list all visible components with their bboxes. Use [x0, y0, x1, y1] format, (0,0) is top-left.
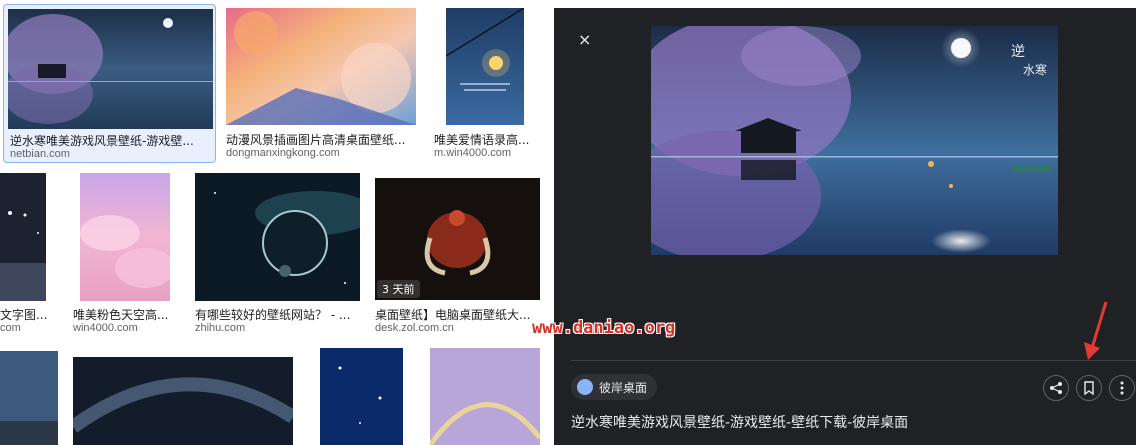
results-grid: 逆水寒唯美游戏风景壁纸-游戏壁... netbian.com 动漫风景插画图片高…	[0, 0, 554, 445]
result-source: dongmanxingkong.com	[226, 147, 340, 159]
result-thumbnail[interactable]	[8, 9, 213, 129]
preview-calligraphy-2: 水寒	[1023, 62, 1047, 77]
result-thumbnail[interactable]	[430, 348, 540, 445]
result-card-4[interactable]: 文字图... com	[0, 173, 50, 334]
result-caption[interactable]: 文字图...	[0, 306, 50, 323]
share-button[interactable]	[1043, 375, 1069, 401]
result-source: zhihu.com	[195, 322, 246, 334]
result-caption[interactable]: 有哪些较好的壁纸网站？ - ...	[195, 306, 360, 323]
result-card-3[interactable]: 唯美爱情语录高... m.win4000.com	[434, 8, 544, 163]
result-thumbnail[interactable]	[0, 173, 46, 301]
result-card-8[interactable]	[0, 351, 58, 445]
result-card-5[interactable]: 唯美粉色天空高... win4000.com	[73, 173, 178, 334]
result-source: netbian.com	[10, 148, 70, 160]
result-caption[interactable]: 逆水寒唯美游戏风景壁纸-游戏壁...	[10, 132, 210, 149]
share-icon	[1050, 382, 1062, 394]
preview-calligraphy: 逆	[1011, 44, 1025, 60]
divider	[571, 360, 1136, 361]
result-caption[interactable]: 唯美粉色天空高...	[73, 306, 178, 323]
image-preview-panel: × 逆 水寒 彼岸桌面 逆水寒唯美游戏风景壁纸-游戏壁纸-壁纸下载-彼岸桌面	[554, 8, 1136, 445]
result-thumbnail[interactable]	[195, 173, 360, 301]
result-thumbnail[interactable]	[226, 8, 416, 125]
result-source: m.win4000.com	[434, 147, 512, 159]
preview-image[interactable]: 逆 水寒	[651, 26, 1058, 255]
more-vert-icon	[1120, 381, 1124, 395]
result-caption[interactable]: 唯美爱情语录高...	[434, 131, 544, 148]
result-card-11[interactable]	[430, 348, 540, 445]
result-caption[interactable]: 动漫风景插画图片高清桌面壁纸...	[226, 131, 416, 148]
date-badge: 3 天前	[377, 280, 420, 298]
watermark: www.daniao.org	[532, 318, 676, 338]
result-thumbnail[interactable]	[320, 348, 403, 445]
result-card-10[interactable]	[320, 348, 403, 445]
preview-title[interactable]: 逆水寒唯美游戏风景壁纸-游戏壁纸-壁纸下载-彼岸桌面	[571, 412, 908, 432]
result-source: com	[0, 322, 21, 334]
bookmark-icon	[1084, 381, 1094, 395]
globe-icon	[577, 379, 593, 395]
result-source: desk.zol.com.cn	[375, 322, 454, 334]
source-chip[interactable]: 彼岸桌面	[571, 374, 658, 400]
result-card-2[interactable]: 动漫风景插画图片高清桌面壁纸... dongmanxingkong.com	[226, 8, 416, 163]
result-card-6[interactable]: 有哪些较好的壁纸网站？ - ... zhihu.com	[195, 173, 360, 334]
arrow-icon	[1084, 301, 1108, 360]
close-icon[interactable]: ×	[578, 30, 591, 49]
save-button[interactable]	[1076, 375, 1102, 401]
result-thumbnail[interactable]	[0, 351, 58, 445]
source-chip-label: 彼岸桌面	[599, 380, 648, 395]
result-card-1[interactable]: 逆水寒唯美游戏风景壁纸-游戏壁... netbian.com	[3, 4, 216, 163]
result-thumbnail[interactable]: 3 天前	[375, 178, 540, 300]
result-thumbnail[interactable]	[73, 357, 293, 445]
result-thumbnail[interactable]	[446, 8, 524, 125]
result-card-7[interactable]: 3 天前 桌面壁纸】电脑桌面壁纸大... desk.zol.com.cn	[375, 178, 540, 334]
result-source: win4000.com	[73, 322, 138, 334]
result-card-9[interactable]	[73, 357, 293, 445]
more-button[interactable]	[1109, 375, 1135, 401]
result-caption[interactable]: 桌面壁纸】电脑桌面壁纸大...	[375, 306, 540, 323]
result-thumbnail[interactable]	[80, 173, 170, 301]
